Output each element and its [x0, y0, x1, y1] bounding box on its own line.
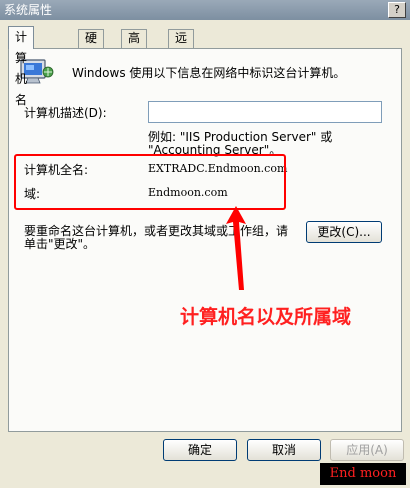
tab-advanced[interactable]: 高级 — [121, 29, 148, 62]
apply-button[interactable]: 应用(A) — [330, 439, 404, 461]
title-bar: 系统属性 ? — [0, 0, 410, 20]
watermark: End moon — [320, 463, 406, 485]
tab-remote[interactable]: 远程 — [168, 29, 195, 62]
tab-computer-name[interactable]: 计算机名 — [8, 26, 35, 107]
cancel-button[interactable]: 取消 — [247, 439, 321, 461]
annotation-arrow — [226, 206, 246, 290]
description-input[interactable] — [148, 101, 382, 123]
tab-hardware[interactable]: 硬件 — [78, 29, 105, 62]
help-button[interactable]: ? — [388, 2, 406, 18]
annotation-text: 计算机名以及所属域 — [180, 306, 352, 328]
intro-text: Windows 使用以下信息在网络中标识这台计算机。 — [72, 66, 346, 80]
ok-button[interactable]: 确定 — [163, 439, 237, 461]
rename-text-line2: 单击"更改"。 — [24, 237, 96, 251]
change-button[interactable]: 更改(C)... — [306, 221, 382, 243]
description-label: 计算机描述(D): — [24, 106, 107, 120]
highlight-box — [14, 154, 286, 210]
window-title: 系统属性 — [4, 3, 53, 17]
